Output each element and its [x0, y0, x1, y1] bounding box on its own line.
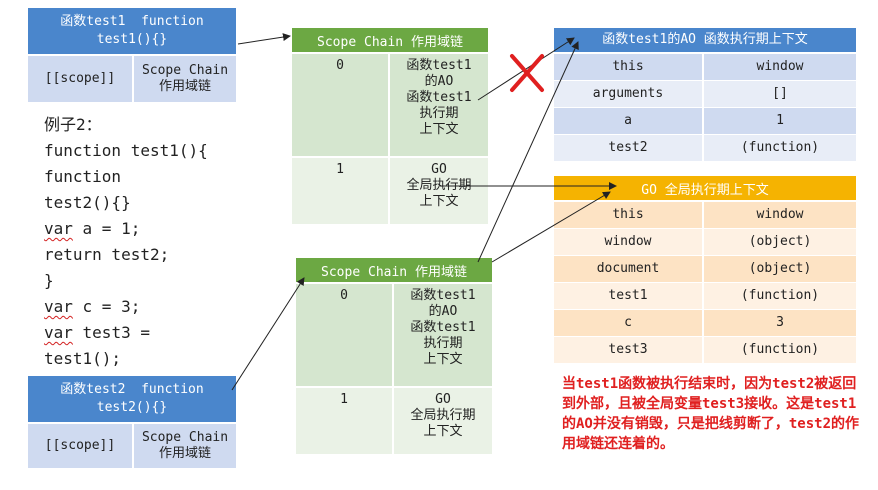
scope-chain-2-index-0: 0	[296, 284, 392, 386]
go-key-window: window	[554, 229, 702, 255]
test1-chain-label: Scope Chain 作用域链	[141, 63, 229, 94]
code-line-2: function	[44, 167, 122, 186]
ao-value-arguments: []	[704, 81, 856, 107]
go-table-title: GO 全局执行期上下文	[641, 182, 769, 198]
go-value-this: window	[704, 202, 856, 228]
code-line-3: test2(){}	[44, 193, 131, 212]
code-line-7: var c = 3;	[44, 297, 141, 316]
ao-key-a: a	[554, 108, 702, 134]
red-cross-icon	[510, 54, 544, 92]
go-key-c: c	[554, 310, 702, 336]
test2-scope-label: [[scope]]	[44, 438, 116, 453]
go-key-test3: test3	[554, 337, 702, 363]
ao-value-test2: (function)	[704, 135, 856, 161]
ao-key-this: this	[554, 54, 702, 80]
test2-header: 函数test2 function test2(){}	[28, 376, 236, 422]
explanation-note: 当test1函数被执行结束时，因为test2被返回到外部，且被全局变量test3…	[562, 376, 859, 452]
code-line-6: }	[44, 271, 54, 290]
go-value-document: (object)	[704, 256, 856, 282]
code-line-8: var test3 =	[44, 323, 150, 342]
scope-chain-2-title: Scope Chain 作用域链	[321, 264, 467, 280]
ao-key-arguments: arguments	[554, 81, 702, 107]
scope-chain-2-value-1: GO 全局执行期 上下文	[394, 388, 492, 454]
scope-chain-2-index-1: 1	[296, 388, 392, 454]
test2-chain-cell: Scope Chain 作用域链	[134, 424, 236, 468]
go-key-test1: test1	[554, 283, 702, 309]
ao-table-header: 函数test1的AO 函数执行期上下文	[554, 28, 856, 52]
go-key-document: document	[554, 256, 702, 282]
go-key-this: this	[554, 202, 702, 228]
test1-scope-label: [[scope]]	[44, 71, 116, 86]
test1-scope-cell: [[scope]]	[28, 56, 132, 102]
go-value-window: (object)	[704, 229, 856, 255]
ao-value-a: 1	[704, 108, 856, 134]
test1-chain-cell: Scope Chain 作用域链	[134, 56, 236, 102]
scope-chain-2-value-0: 函数test1 的AO 函数test1 执行期 上下文	[394, 284, 492, 386]
scope-chain-2-header: Scope Chain 作用域链	[296, 258, 492, 282]
code-line-9: test1();	[44, 349, 122, 368]
code-line-1: function test1(){	[44, 141, 208, 160]
go-value-c: 3	[704, 310, 856, 336]
scope-chain-1-value-0: 函数test1 的AO 函数test1 执行期 上下文	[390, 54, 488, 156]
ao-key-test2: test2	[554, 135, 702, 161]
test1-header: 函数test1 function test1(){}	[28, 8, 236, 54]
test2-chain-label: Scope Chain 作用域链	[141, 430, 229, 461]
code-example: 例子2： function test1(){ function test2(){…	[44, 112, 244, 372]
test2-scope-cell: [[scope]]	[28, 424, 132, 468]
ao-table-title: 函数test1的AO 函数执行期上下文	[602, 32, 808, 47]
go-value-test1: (function)	[704, 283, 856, 309]
scope-chain-1-title: Scope Chain 作用域链	[317, 34, 463, 50]
test1-header-text: 函数test1 function test1(){}	[60, 14, 212, 47]
code-title: 例子2：	[44, 115, 102, 134]
code-line-4: var a = 1;	[44, 219, 141, 238]
scope-chain-1-value-1: GO 全局执行期 上下文	[390, 158, 488, 224]
go-value-test3: (function)	[704, 337, 856, 363]
scope-chain-1-index-1: 1	[292, 158, 388, 224]
scope-chain-1-header: Scope Chain 作用域链	[292, 28, 488, 52]
go-table-header: GO 全局执行期上下文	[554, 176, 856, 200]
test2-header-text: 函数test2 function test2(){}	[60, 382, 212, 415]
code-line-5: return test2;	[44, 245, 170, 264]
scope-chain-1-index-0: 0	[292, 54, 388, 156]
ao-value-this: window	[704, 54, 856, 80]
arrow-test1-to-chain1	[237, 33, 291, 45]
